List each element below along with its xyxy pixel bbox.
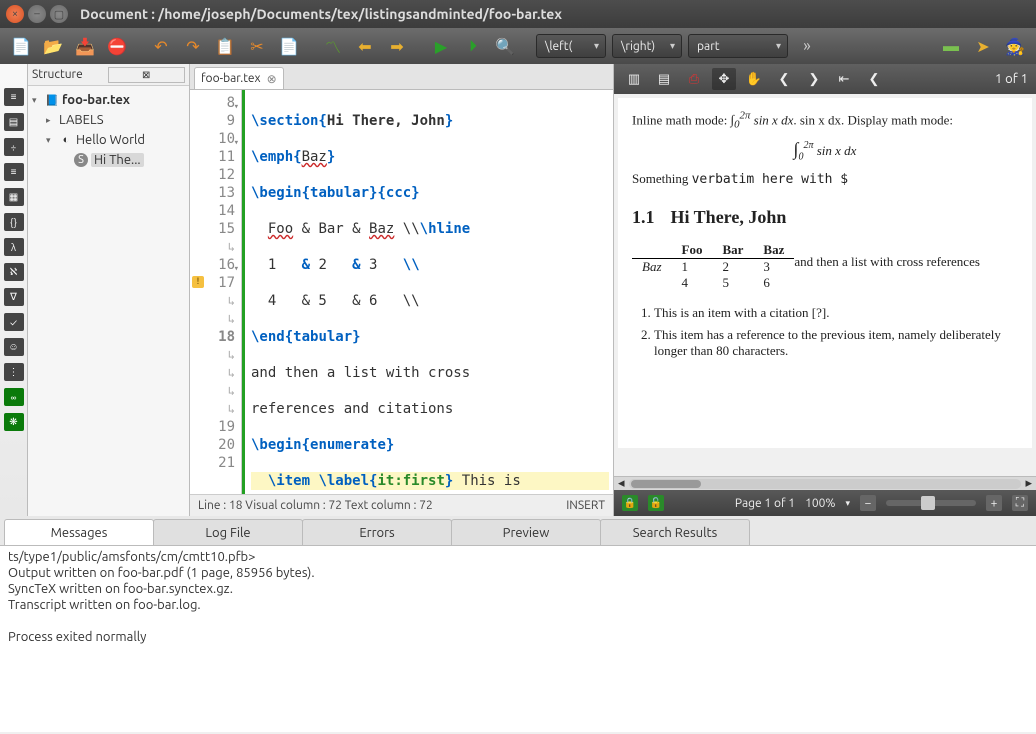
- pdf-table: FooBarBaz Baz123 456: [632, 242, 794, 291]
- pdf-statusbar: 🔒 🔓 Page 1 of 1 100% ▾ − + ⛶: [614, 490, 1036, 516]
- pdf-hscroll[interactable]: ◂▸: [614, 476, 1036, 490]
- math-button[interactable]: 〽: [320, 33, 346, 59]
- pdf-fit-button[interactable]: ✥: [712, 68, 736, 90]
- arrow-right-button[interactable]: ➡: [384, 33, 410, 59]
- pdf-pages-button[interactable]: ▤: [652, 68, 676, 90]
- open-file-button[interactable]: 📂: [40, 33, 66, 59]
- status-mode: INSERT: [566, 499, 605, 512]
- tab-errors[interactable]: Errors: [302, 519, 452, 545]
- tree-section-row[interactable]: ▾◐ Hello World: [30, 130, 187, 150]
- structure-close-button[interactable]: ⊠: [108, 67, 186, 83]
- strip-icon[interactable]: ▤: [4, 113, 24, 131]
- strip-icon[interactable]: ÷: [4, 138, 24, 156]
- structure-tree: ▾📘 foo-bar.tex ▸LABELS ▾◐ Hello World S …: [28, 86, 189, 174]
- bottom-tabs: Messages Log File Errors Preview Search …: [0, 516, 1036, 546]
- save-file-button[interactable]: 📥: [72, 33, 98, 59]
- structure-title: Structure: [32, 68, 108, 81]
- part-combo[interactable]: part: [688, 34, 788, 58]
- window-close-button[interactable]: ×: [6, 5, 24, 23]
- redo-button[interactable]: ↷: [180, 33, 206, 59]
- tab-logfile[interactable]: Log File: [153, 519, 303, 545]
- strip-icon[interactable]: λ: [4, 238, 24, 256]
- strip-icon[interactable]: ⋮: [4, 363, 24, 381]
- pdf-status-page: Page 1 of 1: [735, 497, 795, 510]
- tree-labels-row[interactable]: ▸LABELS: [30, 110, 187, 130]
- pdf-page: Inline math mode: ∫02π sin x dx. sin x d…: [618, 98, 1032, 448]
- editor-tabs: foo-bar.tex ⊗: [190, 64, 613, 90]
- pdf-column: ▥ ▤ ⎙ ✥ ✋ ❮ ❯ ⇤ ❮ 1 of 1 Inline math mod…: [614, 64, 1036, 516]
- main-toolbar: 📄 📂 📥 ⛔ ↶ ↷ 📋 ✂ 📄 〽 ⬅ ➡ ▶ ⏵ 🔍 \left( \ri…: [0, 28, 1036, 64]
- tree-subsection-row[interactable]: S Hi The...: [30, 150, 187, 170]
- editor-column: foo-bar.tex ⊗ 8▾ 9 10▾ 11 12 13 14 15 ↳ …: [190, 64, 614, 516]
- code-editor[interactable]: 8▾ 9 10▾ 11 12 13 14 15 ↳ 16▾ !17 ↳ ↳ 18…: [190, 90, 613, 494]
- window-maximize-button[interactable]: ▢: [50, 5, 68, 23]
- window-minimize-button[interactable]: –: [28, 5, 46, 23]
- pdf-back-button[interactable]: ❮: [862, 68, 886, 90]
- strip-icon[interactable]: ∇: [4, 288, 24, 306]
- status-position: Line : 18 Visual column : 72 Text column…: [198, 499, 433, 512]
- tab-messages[interactable]: Messages: [4, 519, 154, 545]
- strip-icon[interactable]: ≡: [4, 88, 24, 106]
- compile-view-button[interactable]: ⏵: [460, 33, 486, 59]
- titlebar: × – ▢ Document : /home/joseph/Documents/…: [0, 0, 1036, 28]
- strip-icon[interactable]: ℵ: [4, 263, 24, 281]
- lock-icon[interactable]: 🔓: [648, 495, 664, 511]
- editor-gutter: 8▾ 9 10▾ 11 12 13 14 15 ↳ 16▾ !17 ↳ ↳ 18…: [190, 90, 242, 494]
- wizard-button[interactable]: 🧙: [1002, 33, 1028, 59]
- zoom-in-button[interactable]: +: [986, 495, 1002, 511]
- pdf-page-indicator: 1 of 1: [995, 72, 1028, 86]
- overflow-button[interactable]: »: [794, 33, 820, 59]
- pdf-prev-button[interactable]: ❮: [772, 68, 796, 90]
- strip-icon[interactable]: ☺: [4, 338, 24, 356]
- paste-button[interactable]: 📄: [276, 33, 302, 59]
- pdf-first-button[interactable]: ⇤: [832, 68, 856, 90]
- pdf-status-zoom: 100%: [805, 497, 835, 510]
- pdf-export-button[interactable]: ⎙: [682, 68, 706, 90]
- cut-button[interactable]: ✂: [244, 33, 270, 59]
- zoom-fit-button[interactable]: ⛶: [1012, 495, 1028, 511]
- tree-file-row[interactable]: ▾📘 foo-bar.tex: [30, 90, 187, 110]
- zoom-out-button[interactable]: −: [860, 495, 876, 511]
- tab-preview[interactable]: Preview: [451, 519, 601, 545]
- pdf-sidebar-button[interactable]: ▥: [622, 68, 646, 90]
- right-delim-combo[interactable]: \right): [612, 34, 682, 58]
- strip-icon[interactable]: ∞: [4, 388, 24, 406]
- left-delim-combo[interactable]: \left(: [536, 34, 606, 58]
- main-area: ≡ ▤ ÷ ≡ ▦ {} λ ℵ ∇ ✓ ☺ ⋮ ∞ ❋ Structure ⊠…: [0, 64, 1036, 516]
- log-panel[interactable]: ts/type1/public/amsfonts/cm/cmtt10.pfb> …: [0, 546, 1036, 732]
- strip-icon[interactable]: ≡: [4, 163, 24, 181]
- pdf-next-button[interactable]: ❯: [802, 68, 826, 90]
- code-area[interactable]: \section{Hi There, John} \emph{Baz} \beg…: [242, 90, 613, 494]
- strip-icon[interactable]: {}: [4, 213, 24, 231]
- zoom-slider[interactable]: [886, 500, 976, 506]
- pdf-toolbar: ▥ ▤ ⎙ ✥ ✋ ❮ ❯ ⇤ ❮ 1 of 1: [614, 64, 1036, 94]
- strip-icon[interactable]: ❋: [4, 413, 24, 431]
- view-button[interactable]: 🔍: [492, 33, 518, 59]
- window-title: Document : /home/joseph/Documents/tex/li…: [80, 6, 562, 22]
- left-icon-strip: ≡ ▤ ÷ ≡ ▦ {} λ ℵ ∇ ✓ ☺ ⋮ ∞ ❋: [0, 64, 28, 516]
- pdf-view[interactable]: Inline math mode: ∫02π sin x dx. sin x d…: [614, 94, 1036, 476]
- compile-button[interactable]: ▶: [428, 33, 454, 59]
- close-file-button[interactable]: ⛔: [104, 33, 130, 59]
- undo-button[interactable]: ↶: [148, 33, 174, 59]
- new-file-button[interactable]: 📄: [8, 33, 34, 59]
- editor-statusbar: Line : 18 Visual column : 72 Text column…: [190, 494, 613, 516]
- arrow-small-button[interactable]: ➤: [970, 33, 996, 59]
- strip-icon[interactable]: ▦: [4, 188, 24, 206]
- arrow-left-button[interactable]: ⬅: [352, 33, 378, 59]
- tab-search-results[interactable]: Search Results: [600, 519, 750, 545]
- tab-close-icon[interactable]: ⊗: [267, 72, 277, 86]
- lock-icon[interactable]: 🔒: [622, 495, 638, 511]
- editor-tab[interactable]: foo-bar.tex ⊗: [194, 67, 284, 89]
- strip-icon[interactable]: ✓: [4, 313, 24, 331]
- structure-panel: Structure ⊠ ▾📘 foo-bar.tex ▸LABELS ▾◐ He…: [28, 64, 190, 516]
- copy-button[interactable]: 📋: [212, 33, 238, 59]
- pdf-hand-button[interactable]: ✋: [742, 68, 766, 90]
- highlighter-button[interactable]: ▬: [938, 33, 964, 59]
